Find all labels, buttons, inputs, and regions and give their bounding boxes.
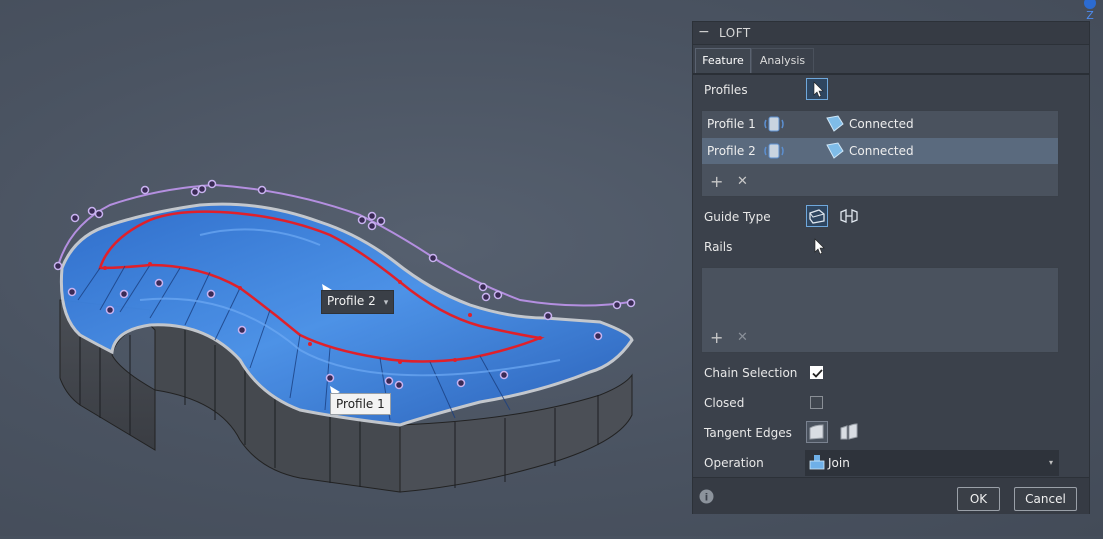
profile-row-status[interactable]: Connected — [849, 144, 914, 158]
list-item[interactable]: Profile 2 Connected — [702, 138, 1058, 164]
cursor-arrow-icon — [814, 238, 825, 255]
tangent-merge-icon — [809, 424, 824, 440]
closed-label: Closed — [704, 396, 745, 410]
profile-row-name: Profile 2 — [707, 144, 756, 158]
operation-dropdown[interactable]: Join ▾ — [805, 450, 1059, 476]
rails-label: Rails — [704, 240, 733, 254]
chain-selection-checkbox[interactable] — [810, 366, 823, 379]
rails-guide-icon — [809, 209, 825, 224]
rails-select-button[interactable] — [808, 236, 830, 258]
add-profile-button[interactable]: + — [710, 174, 723, 190]
profile-1-label-text: Profile 1 — [336, 397, 385, 411]
chevron-down-icon: ▾ — [1048, 458, 1053, 467]
tab-bar: Feature Analysis — [693, 45, 1089, 75]
profile-direction-icon[interactable] — [764, 141, 784, 161]
profiles-label: Profiles — [704, 83, 748, 97]
cursor-arrow-icon — [813, 81, 824, 98]
remove-rail-button[interactable]: ✕ — [737, 330, 748, 346]
info-icon[interactable]: i — [699, 489, 714, 504]
guide-type-rails-button[interactable] — [806, 205, 828, 227]
operation-value: Join — [828, 456, 850, 470]
guide-type-centerline-button[interactable] — [838, 205, 860, 227]
connected-icon — [826, 142, 844, 159]
tangent-edges-merge-button[interactable] — [806, 421, 828, 443]
guide-type-label: Guide Type — [704, 210, 771, 224]
operation-label: Operation — [704, 456, 764, 470]
remove-profile-button[interactable]: ✕ — [737, 174, 748, 190]
loft-dialog: − LOFT Feature Analysis Profiles Profile… — [692, 21, 1090, 514]
profile-2-label[interactable]: Profile 2 ▾ — [321, 290, 395, 314]
closed-checkbox[interactable] — [810, 396, 823, 409]
view-axis-triad[interactable]: Z — [1078, 0, 1103, 22]
tab-feature[interactable]: Feature — [695, 48, 751, 73]
info-glyph: i — [705, 493, 708, 504]
rails-list: + ✕ — [701, 267, 1059, 353]
chain-selection-label: Chain Selection — [704, 366, 798, 380]
ok-button[interactable]: OK — [957, 487, 1000, 511]
add-rail-button[interactable]: + — [710, 330, 723, 346]
dialog-titlebar[interactable]: − LOFT — [693, 22, 1089, 45]
profile-row-name: Profile 1 — [707, 117, 756, 131]
minimize-icon[interactable]: − — [698, 24, 710, 40]
profile-direction-icon[interactable] — [764, 114, 784, 134]
connected-icon — [826, 115, 844, 132]
centerline-guide-icon — [840, 209, 858, 223]
profile-row-status[interactable]: Connected — [849, 117, 914, 131]
checkmark-icon — [812, 369, 823, 378]
chevron-down-icon[interactable]: ▾ — [384, 298, 389, 308]
cancel-button[interactable]: Cancel — [1014, 487, 1077, 511]
join-icon — [809, 455, 825, 470]
dialog-title: LOFT — [719, 26, 751, 40]
profile-2-label-text: Profile 2 — [327, 294, 376, 308]
profiles-select-button[interactable] — [806, 78, 828, 100]
tangent-split-icon — [840, 423, 858, 440]
dialog-footer: i OK Cancel — [693, 477, 1089, 514]
tangent-edges-label: Tangent Edges — [704, 426, 792, 440]
tab-analysis[interactable]: Analysis — [751, 48, 814, 73]
tangent-edges-split-button[interactable] — [838, 421, 860, 443]
profiles-list: Profile 1 Connected Profile 2 Connected — [701, 110, 1059, 197]
profile-1-label[interactable]: Profile 1 — [330, 393, 391, 415]
list-item[interactable]: Profile 1 Connected — [702, 111, 1058, 137]
